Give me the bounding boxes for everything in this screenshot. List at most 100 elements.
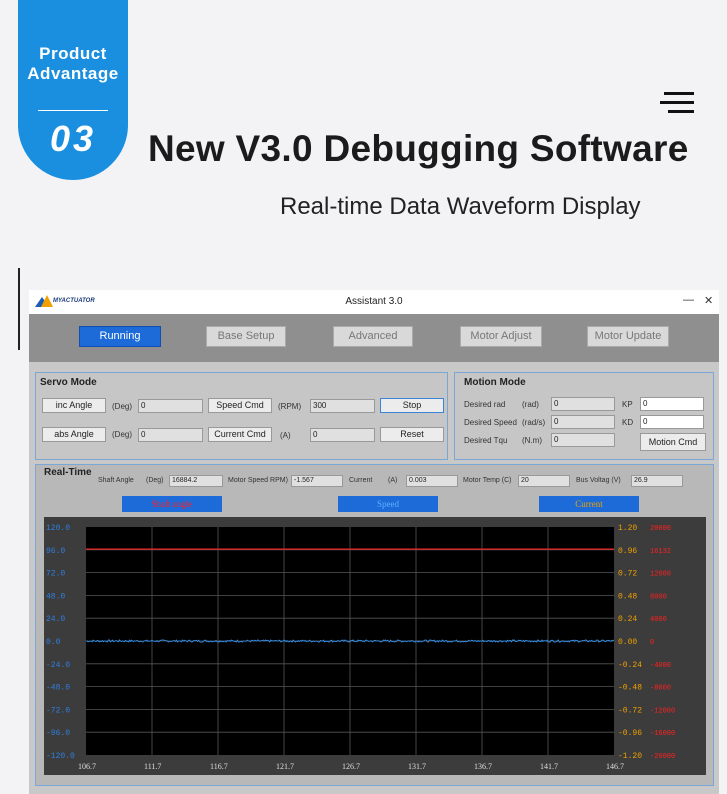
y-right-tick: -0.48 (618, 684, 642, 693)
motion-mode-panel: Motion Mode Desired rad (rad) 0 KP 0 Des… (454, 372, 714, 460)
y-left-tick: 48.0 (46, 592, 65, 601)
bus-voltage-label: Bus Voltag (V) (576, 477, 621, 484)
desired-speed-field[interactable]: 0 (551, 415, 615, 429)
close-icon[interactable]: ✕ (704, 294, 713, 307)
y-right-tick: 1.20 (618, 524, 637, 533)
rpm-unit: (RPM) (278, 402, 302, 411)
desired-speed-label: Desired Speed (464, 418, 517, 427)
speed-unit: (rad/s) (522, 418, 546, 427)
x-tick: 126.7 (342, 762, 360, 771)
bus-voltage-field: 26.9 (631, 475, 683, 487)
desired-rad-field[interactable]: 0 (551, 397, 615, 411)
realtime-panel: Real-Time Shaft Angle (Deg) 16884.2 Moto… (35, 464, 714, 786)
y-left-tick: -96.0 (46, 729, 70, 738)
badge-divider (38, 110, 108, 111)
y-right2-tick: 8000 (650, 593, 667, 601)
inc-deg-unit: (Deg) (112, 402, 133, 411)
current-cmd-field[interactable]: 0 (310, 428, 375, 442)
realtime-title: Real-Time (44, 467, 92, 478)
main-nav: Running Base Setup Advanced Motor Adjust… (29, 314, 719, 362)
y-left-tick: -48.0 (46, 684, 70, 693)
y-left-tick: -72.0 (46, 706, 70, 715)
y-left-tick: 120.0 (46, 524, 70, 533)
tab-motor-update[interactable]: Motor Update (587, 326, 669, 347)
current-label: Current (349, 477, 373, 484)
amp-unit: (A) (280, 431, 291, 440)
y-right-tick: 0.96 (618, 547, 637, 556)
x-tick: 146.7 (606, 762, 624, 771)
current-field: 0.003 (406, 475, 458, 487)
page-subheadline: Real-time Data Waveform Display (280, 193, 641, 220)
kp-field[interactable]: 0 (640, 397, 704, 411)
y-right2-tick: -4000 (650, 662, 671, 670)
motor-temp-field: 20 (518, 475, 570, 487)
y-right-tick: 0.48 (618, 592, 637, 601)
y-right2-tick: 12000 (650, 571, 671, 579)
x-tick: 136.7 (474, 762, 492, 771)
y-left-tick: -120.0 (46, 752, 75, 761)
x-tick: 141.7 (540, 762, 558, 771)
shaft-unit: (Deg) (146, 477, 164, 484)
inc-angle-field[interactable]: 0 (138, 399, 203, 413)
tab-advanced[interactable]: Advanced (333, 326, 413, 347)
shaft-angle-label: Shaft Angle (98, 477, 134, 484)
page-headline: New V3.0 Debugging Software (148, 128, 689, 169)
y-left-tick: 24.0 (46, 615, 65, 624)
y-left-tick: 0.0 (46, 638, 61, 647)
kd-label: KD (622, 418, 634, 427)
y-right-tick: 0.24 (618, 615, 637, 624)
desired-tqu-field[interactable]: 0 (551, 433, 615, 447)
motion-mode-title: Motion Mode (464, 377, 526, 388)
kd-field[interactable]: 0 (640, 415, 704, 429)
y-right-tick: 0.72 (618, 570, 637, 579)
y-right2-tick: -8000 (650, 685, 671, 693)
kp-label: KP (622, 400, 633, 409)
abs-angle-field[interactable]: 0 (138, 428, 203, 442)
waveform-chart: 120.0 1.20 20000 96.0 0.96 16132 72.0 0.72 12000… (44, 517, 706, 775)
legend-current[interactable]: Current (539, 496, 639, 512)
tqu-unit: (N.m) (522, 436, 542, 445)
x-tick: 111.7 (144, 762, 161, 771)
desired-rad-label: Desired rad (464, 400, 506, 409)
y-right-tick: -0.96 (618, 729, 642, 738)
decorative-bar (18, 268, 20, 350)
y-left-tick: 96.0 (46, 547, 65, 556)
inc-angle-button[interactable]: inc Angle (42, 398, 106, 413)
tab-motor-adjust[interactable]: Motor Adjust (460, 326, 542, 347)
y-right2-tick: -16000 (650, 730, 675, 738)
speed-cmd-button[interactable]: Speed Cmd (208, 398, 272, 413)
badge-line-1: Product (39, 44, 107, 63)
hamburger-menu-icon[interactable] (660, 92, 694, 114)
tab-running[interactable]: Running (79, 326, 161, 347)
rad-unit: (rad) (522, 400, 539, 409)
y-right-tick: -0.72 (618, 706, 642, 715)
current-cmd-button[interactable]: Current Cmd (208, 427, 272, 442)
reset-button[interactable]: Reset (380, 427, 444, 442)
y-right-tick: 0.00 (618, 638, 637, 647)
current-unit: (A) (388, 477, 398, 484)
y-right2-tick: 4000 (650, 616, 667, 624)
badge-line-2: Advantage (27, 64, 119, 83)
y-right2-tick: 0 (650, 639, 654, 647)
stop-button[interactable]: Stop (380, 398, 444, 413)
x-tick: 131.7 (408, 762, 426, 771)
x-tick: 121.7 (276, 762, 294, 771)
motion-cmd-button[interactable]: Motion Cmd (640, 433, 706, 451)
speed-cmd-field[interactable]: 300 (310, 399, 375, 413)
y-right-tick: -1.20 (618, 752, 642, 761)
abs-angle-button[interactable]: abs Angle (42, 427, 106, 442)
window-titlebar: MYACTUATOR Assistant 3.0 — ✕ (29, 290, 719, 314)
y-right2-tick: -12000 (650, 707, 675, 715)
tab-base-setup[interactable]: Base Setup (206, 326, 286, 347)
motor-speed-label: Motor Speed RPM) (228, 477, 288, 484)
x-tick: 116.7 (210, 762, 228, 771)
motor-temp-label: Motor Temp (C) (463, 477, 512, 484)
legend-speed[interactable]: Speed (338, 496, 438, 512)
minimize-icon[interactable]: — (683, 294, 694, 306)
servo-mode-panel: Servo Mode inc Angle (Deg) 0 Speed Cmd (… (35, 372, 448, 460)
legend-shaft-angle[interactable]: Shaft angle (122, 496, 222, 512)
y-right-tick: -0.24 (618, 661, 642, 670)
assistant-window: MYACTUATOR Assistant 3.0 — ✕ Running Bas… (29, 290, 719, 794)
window-title: Assistant 3.0 (345, 296, 403, 307)
desired-tqu-label: Desired Tqu (464, 436, 508, 445)
